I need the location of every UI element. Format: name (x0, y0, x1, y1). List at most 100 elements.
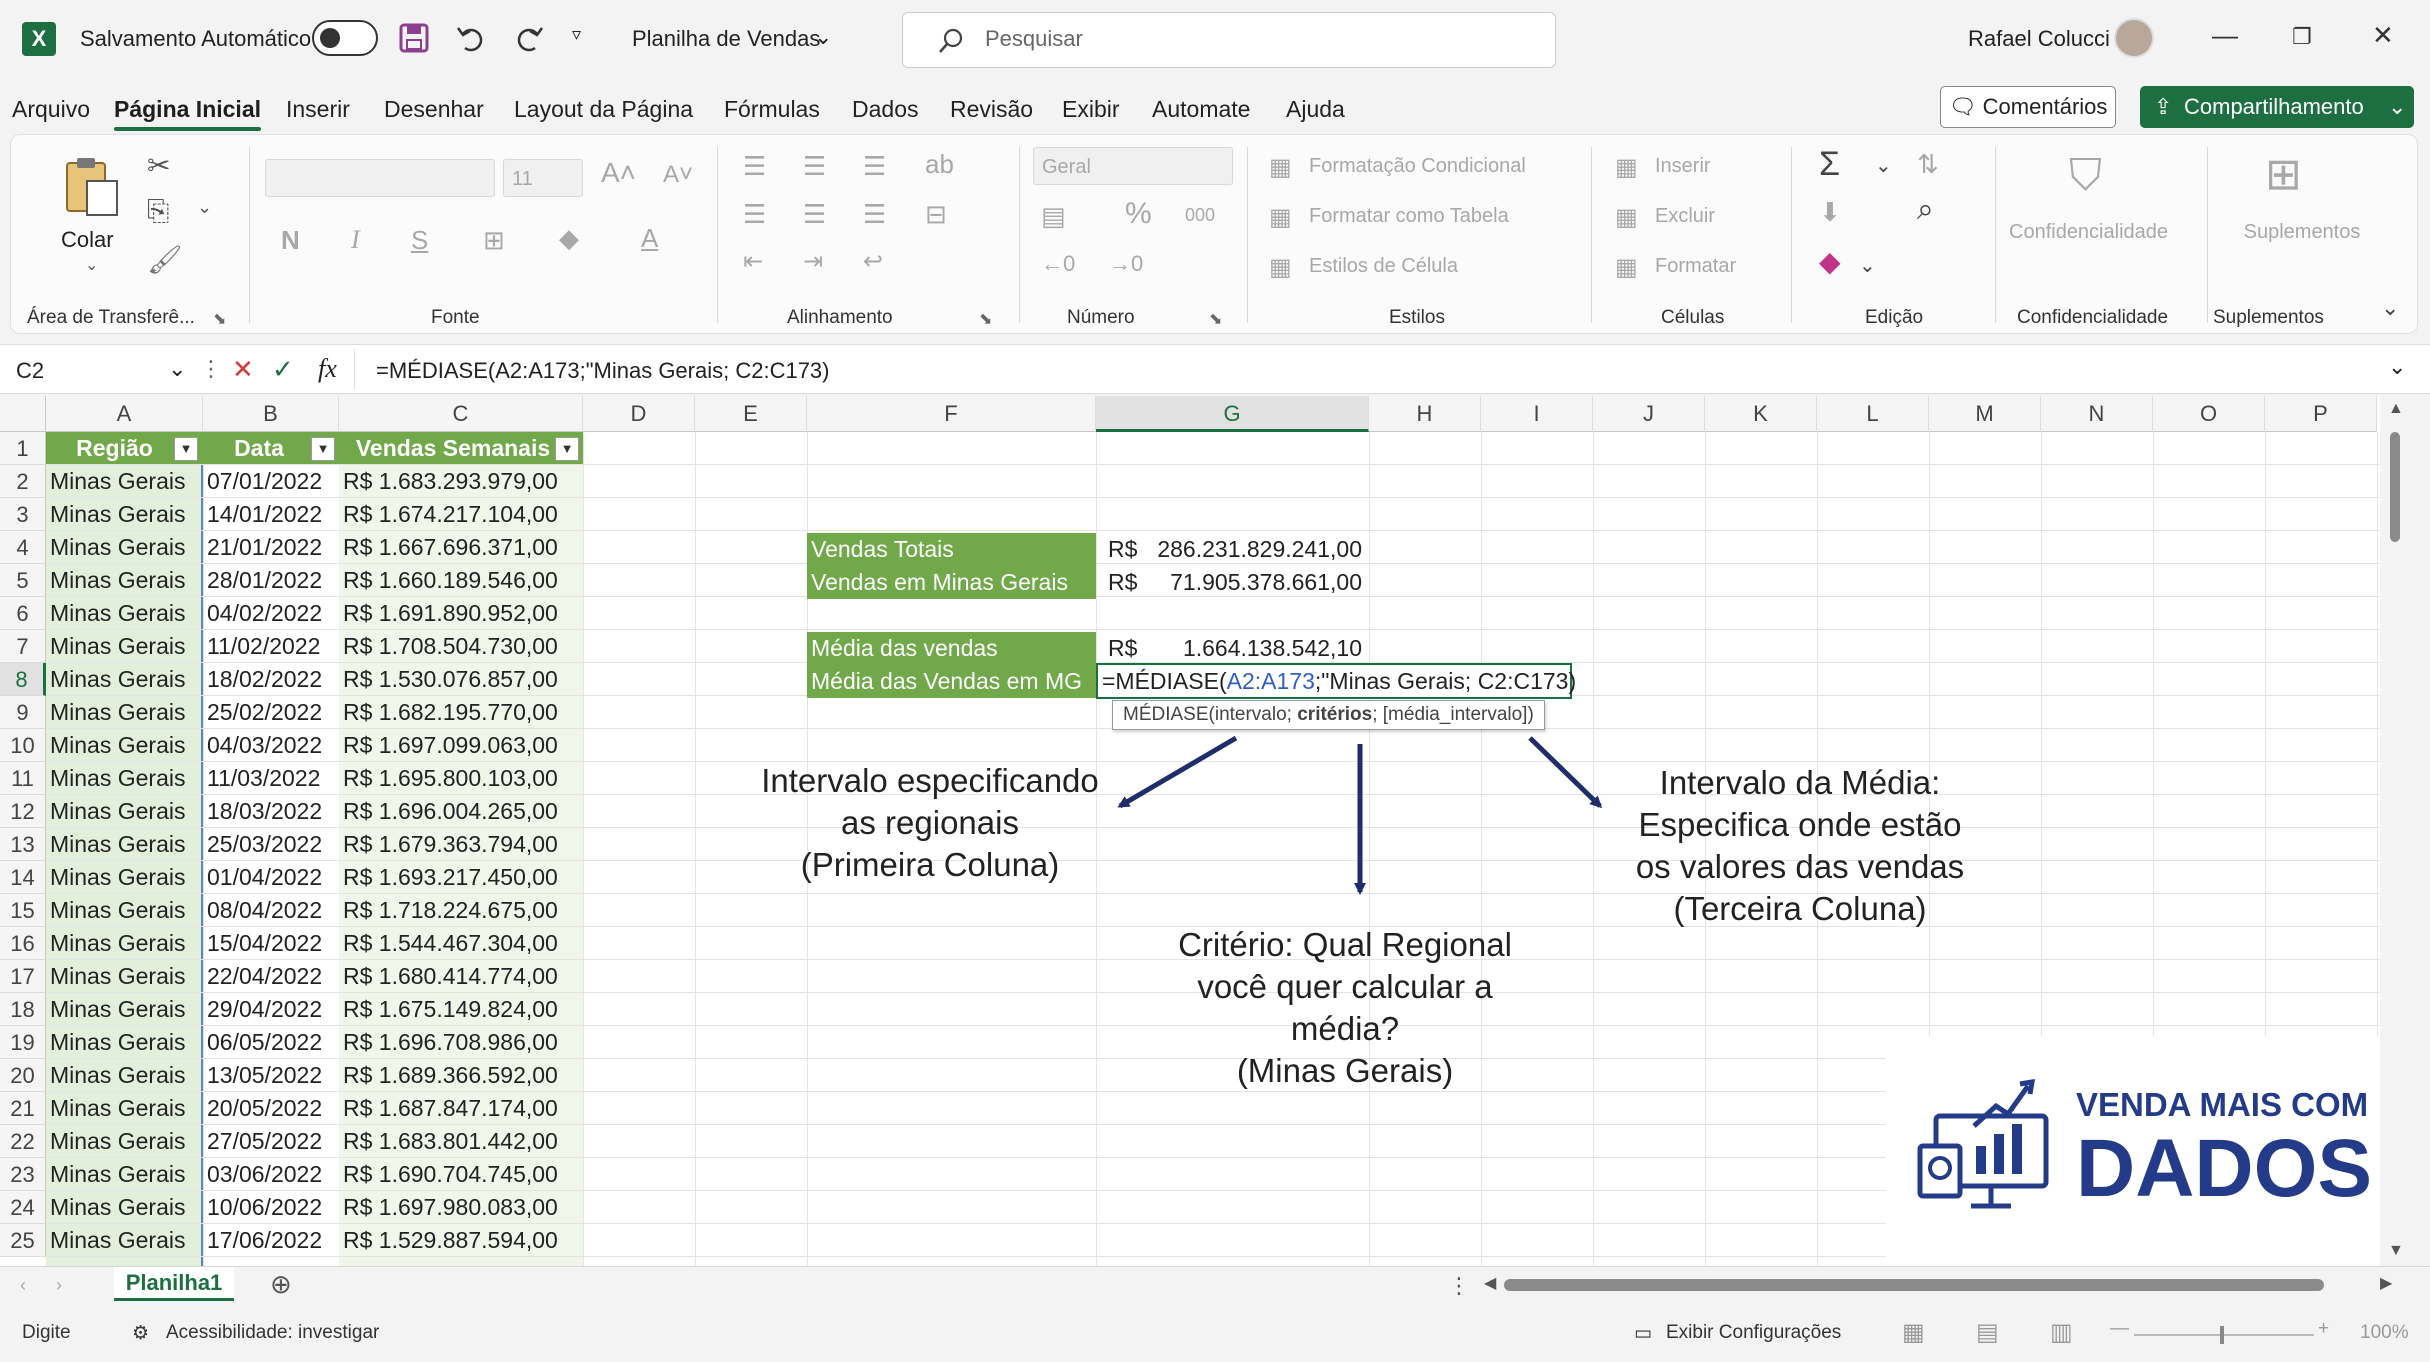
dialog-launcher-icon[interactable]: ⬊ (1209, 309, 1222, 329)
clear-icon[interactable]: ◆ (1819, 245, 1841, 278)
scroll-thumb[interactable] (2390, 432, 2400, 542)
number-format-select[interactable]: Geral (1033, 147, 1233, 185)
document-title[interactable]: Planilha de Vendas (632, 26, 820, 52)
zoom-slider[interactable] (2134, 1326, 2314, 1344)
scroll-up-icon[interactable]: ▲ (2388, 400, 2404, 418)
align-left-icon[interactable]: ☰ (743, 199, 766, 230)
tab-arquivo[interactable]: Arquivo (12, 96, 90, 123)
tab-inserir[interactable]: Inserir (286, 96, 350, 123)
chevron-down-icon[interactable]: ⌄ (814, 24, 832, 50)
accessibility-icon[interactable]: ⚙ (132, 1322, 149, 1345)
more-options-icon[interactable]: ⋮ (200, 356, 222, 382)
formula-input[interactable]: =MÉDIASE(A2:A173;"Minas Gerais; C2:C173) (376, 358, 830, 384)
wrap-text-icon[interactable]: ↩ (863, 247, 883, 276)
align-bottom-icon[interactable]: ☰ (863, 151, 886, 182)
tab-exibir[interactable]: Exibir (1062, 96, 1120, 123)
cancel-icon[interactable]: ✕ (232, 354, 254, 385)
zoom-in-icon[interactable]: + (2318, 1318, 2329, 1340)
decrease-font-icon[interactable]: A˅ (663, 161, 693, 189)
paste-label[interactable]: Colar (61, 227, 114, 253)
insert-cells-button[interactable]: Inserir (1655, 155, 1711, 178)
conditional-format-icon[interactable]: ▦ (1269, 153, 1292, 182)
dialog-launcher-icon[interactable]: ⬊ (979, 309, 992, 329)
user-name[interactable]: Rafael Colucci (1968, 26, 2110, 52)
accessibility-status[interactable]: Acessibilidade: investigar (166, 1322, 379, 1344)
thousands-separator-button[interactable]: 000 (1185, 205, 1215, 226)
vertical-scrollbar[interactable]: ▲ ▼ (2380, 396, 2410, 1266)
scroll-right-icon[interactable]: ▶ (2380, 1273, 2392, 1293)
dialog-launcher-icon[interactable]: ⬊ (213, 309, 226, 329)
increase-indent-icon[interactable]: ⇥ (803, 247, 823, 276)
chevron-down-icon[interactable]: ⌄ (2388, 86, 2406, 128)
sensitivity-icon[interactable]: ⛉ (2069, 151, 2102, 201)
user-avatar[interactable] (2114, 18, 2154, 58)
align-center-icon[interactable]: ☰ (803, 199, 826, 230)
insert-function-button[interactable]: fx (318, 354, 337, 384)
name-box[interactable]: C2 ⌄ (8, 351, 188, 387)
font-color-icon[interactable]: A (641, 223, 658, 254)
cell-styles-button[interactable]: Estilos de Célula (1309, 255, 1458, 278)
more-options-icon[interactable]: ⋮ (1448, 1273, 1470, 1299)
addins-icon[interactable]: ⊞ (2265, 149, 2302, 200)
zoom-out-icon[interactable]: — (2110, 1318, 2129, 1340)
scroll-thumb[interactable] (1504, 1279, 2324, 1291)
chevron-down-icon[interactable]: ⌄ (1859, 253, 1876, 278)
underline-button[interactable]: S (411, 225, 428, 256)
font-name-select[interactable] (265, 159, 495, 197)
align-middle-icon[interactable]: ☰ (803, 151, 826, 182)
format-as-table-icon[interactable]: ▦ (1269, 203, 1292, 232)
copy-icon[interactable]: ⎘ (147, 195, 169, 228)
horizontal-scrollbar[interactable]: ◀ ▶ (1484, 1273, 2392, 1297)
insert-cells-icon[interactable]: ▦ (1615, 153, 1638, 182)
close-icon[interactable]: ✕ (2372, 20, 2394, 51)
sheet-tab-planilha1[interactable]: Planilha1 (114, 1267, 234, 1301)
decrease-decimal-icon[interactable]: →0 (1109, 251, 1143, 277)
expand-formula-icon[interactable]: ⌄ (2388, 354, 2406, 380)
scroll-left-icon[interactable]: ◀ (1484, 1273, 1496, 1293)
sort-filter-icon[interactable]: ⇅ (1917, 149, 1939, 180)
format-cells-icon[interactable]: ▦ (1615, 253, 1638, 282)
borders-icon[interactable]: ⊞ (483, 225, 505, 256)
cell-styles-icon[interactable]: ▦ (1269, 253, 1292, 282)
tab-automate[interactable]: Automate (1152, 96, 1250, 123)
find-select-icon[interactable]: ⌕ (1917, 193, 1934, 227)
next-sheet-icon[interactable]: › (56, 1275, 62, 1296)
conditional-formatting-button[interactable]: Formatação Condicional (1309, 155, 1526, 178)
share-button[interactable]: ⇪ Compartilhamento ⌄ (2140, 86, 2414, 128)
add-sheet-icon[interactable]: ⊕ (270, 1269, 292, 1300)
tab-pagina-inicial[interactable]: Página Inicial (114, 96, 261, 131)
align-right-icon[interactable]: ☰ (863, 199, 886, 230)
comments-button[interactable]: 🗨 Comentários (1940, 86, 2116, 128)
zoom-slider-thumb[interactable] (2220, 1326, 2224, 1344)
display-settings-icon[interactable]: ▭ (1634, 1322, 1652, 1345)
format-cells-button[interactable]: Formatar (1655, 255, 1736, 278)
font-size-select[interactable]: 11 (503, 159, 583, 197)
tab-revisao[interactable]: Revisão (950, 96, 1033, 123)
format-as-table-button[interactable]: Formatar como Tabela (1309, 205, 1509, 228)
chevron-down-icon[interactable]: ⌄ (1875, 153, 1892, 178)
cut-icon[interactable]: ✂ (147, 149, 170, 182)
italic-button[interactable]: I (351, 225, 360, 255)
percent-button[interactable]: % (1125, 197, 1152, 231)
merge-center-icon[interactable]: ⊟ (925, 199, 947, 230)
align-top-icon[interactable]: ☰ (743, 151, 766, 182)
sensitivity-button[interactable]: Confidencialidade (2009, 221, 2168, 244)
page-layout-view-icon[interactable]: ▤ (1976, 1318, 1999, 1347)
increase-font-icon[interactable]: A˄ (601, 157, 636, 189)
orientation-icon[interactable]: ab (925, 149, 954, 180)
chevron-down-icon[interactable]: ⌄ (197, 197, 212, 218)
format-painter-icon[interactable]: 🖌 (147, 243, 183, 276)
redo-icon[interactable] (513, 22, 545, 54)
increase-decimal-icon[interactable]: ←0 (1041, 251, 1075, 277)
scroll-down-icon[interactable]: ▼ (2388, 1242, 2404, 1260)
save-icon[interactable] (398, 22, 430, 54)
fill-icon[interactable]: ⬇ (1819, 197, 1841, 228)
fill-color-icon[interactable]: ◆ (559, 223, 579, 254)
delete-cells-icon[interactable]: ▦ (1615, 203, 1638, 232)
customize-qat-icon[interactable]: ▿ (572, 24, 581, 45)
restore-icon[interactable]: ❐ (2292, 24, 2312, 50)
currency-format-icon[interactable]: ▤ (1041, 201, 1066, 232)
tab-dados[interactable]: Dados (852, 96, 918, 123)
autosum-icon[interactable]: Σ (1819, 145, 1840, 184)
worksheet-grid[interactable]: A B C D E F G H I J K L M N O P 1 Região… (0, 396, 2410, 1266)
